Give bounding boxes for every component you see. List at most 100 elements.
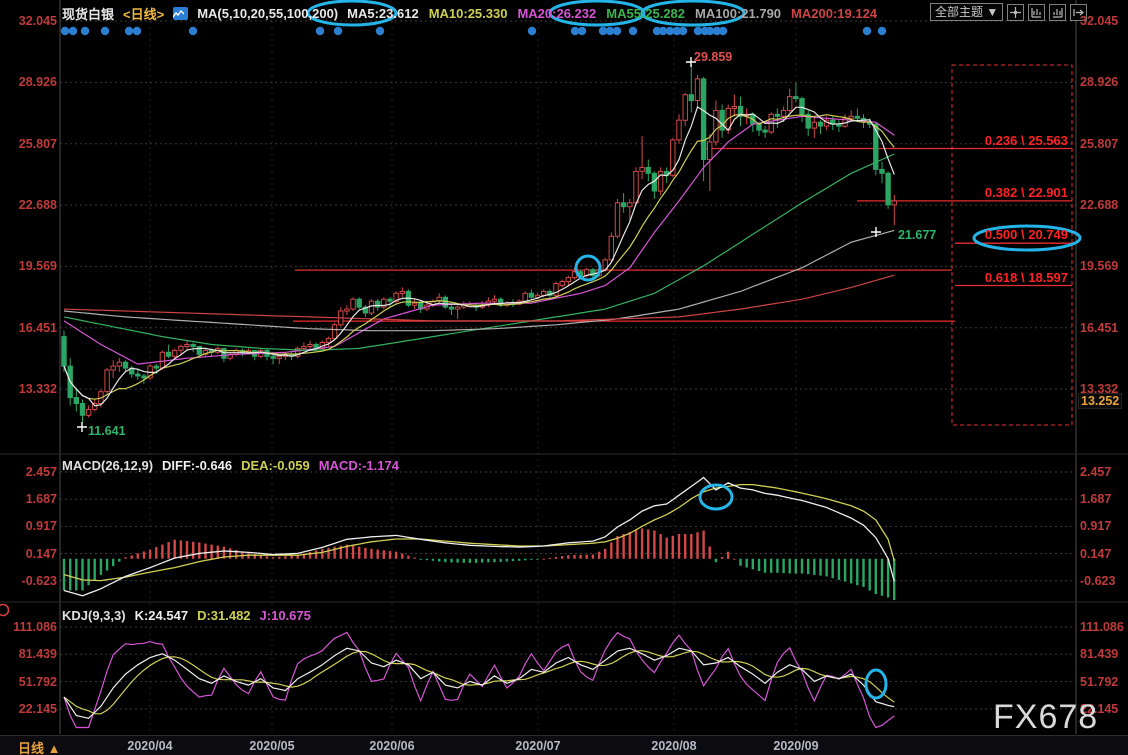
event-dot[interactable] xyxy=(101,27,109,35)
event-dot[interactable] xyxy=(61,27,69,35)
event-dot[interactable] xyxy=(316,27,324,35)
candle-body xyxy=(111,366,115,370)
candle-body xyxy=(160,352,164,368)
event-dot[interactable] xyxy=(878,27,886,35)
date-label: 2020/06 xyxy=(357,739,427,753)
macd-bar xyxy=(715,559,717,563)
fib-level-label: 0.618 \ 18.597 xyxy=(908,270,1068,285)
macd-bar xyxy=(579,555,581,559)
fib-level-label: 0.236 \ 25.563 xyxy=(908,133,1068,148)
macd-bar xyxy=(825,559,827,577)
kdj-axis-label-left: 81.439 xyxy=(0,647,57,661)
ma-group-label: MA(5,10,20,55,100,200) xyxy=(197,6,338,21)
macd-bar xyxy=(377,550,379,559)
macd-bar xyxy=(764,559,766,573)
candle-body xyxy=(621,203,625,207)
y-axis-label-right: 19.569 xyxy=(1080,259,1118,273)
event-dot[interactable] xyxy=(863,27,871,35)
candle-body xyxy=(781,110,785,116)
macd-bar xyxy=(616,536,618,559)
macd-bar xyxy=(143,552,145,559)
candle-body xyxy=(566,278,570,282)
kdj-header: KDJ(9,3,3)K:24.547D:31.482J:10.675 xyxy=(62,608,311,623)
candle-body xyxy=(634,171,638,203)
candle-body xyxy=(86,409,90,415)
macd-bar xyxy=(278,557,280,559)
chart-type-icon[interactable] xyxy=(173,7,188,20)
event-dot[interactable] xyxy=(376,27,384,35)
candle-body xyxy=(369,301,373,313)
macd-bar xyxy=(666,538,668,559)
macd-bar xyxy=(100,559,102,575)
macd-bar xyxy=(875,559,877,594)
kdj-axis-label-right: 51.792 xyxy=(1080,675,1118,689)
macd-axis-label-right: 0.147 xyxy=(1080,547,1111,561)
event-dot[interactable] xyxy=(125,27,133,35)
macd-bar xyxy=(432,559,434,561)
kdj-axis-label-left: 111.086 xyxy=(0,620,57,634)
macd-bar xyxy=(813,559,815,575)
date-label: 2020/08 xyxy=(639,739,709,753)
macd-axis-label-left: -0.623 xyxy=(0,574,57,588)
event-dot[interactable] xyxy=(81,27,89,35)
event-dot[interactable] xyxy=(613,27,621,35)
fib-retracement-box[interactable] xyxy=(952,65,1072,425)
macd-bar xyxy=(733,559,735,560)
candle-body xyxy=(376,301,380,307)
macd-bar xyxy=(635,530,637,559)
main-chart-header: 现货白银 <日线> MA(5,10,20,55,100,200) MA5:23.… xyxy=(62,4,877,23)
candle-body xyxy=(449,307,453,309)
themes-dropdown[interactable]: 全部主题 ▼ xyxy=(930,3,1003,21)
y-axis-label-right: 16.451 xyxy=(1080,321,1118,335)
y-axis-label-left: 32.045 xyxy=(0,14,57,28)
candle-body xyxy=(714,110,718,141)
event-dot[interactable] xyxy=(578,27,586,35)
chart-canvas[interactable] xyxy=(0,0,1128,755)
kdj-axis-label-right: 111.086 xyxy=(1080,620,1124,634)
scale-left-icon[interactable] xyxy=(1028,4,1045,21)
event-dot[interactable] xyxy=(629,27,637,35)
macd-bar xyxy=(333,547,335,559)
macd-bar xyxy=(180,540,182,558)
candle-body xyxy=(302,346,306,348)
scale-right-icon[interactable] xyxy=(1049,4,1066,21)
ma20-line xyxy=(64,116,894,364)
fib-level-label: 0.382 \ 22.901 xyxy=(908,185,1068,200)
candle-body xyxy=(142,376,146,378)
macd-bar xyxy=(370,549,372,559)
candle-body xyxy=(892,201,896,205)
event-dot[interactable] xyxy=(334,27,342,35)
kdj-item-1: K:24.547 xyxy=(135,608,188,623)
date-label: 2020/07 xyxy=(503,739,573,753)
macd-bar xyxy=(512,559,514,562)
candle-body xyxy=(683,95,687,121)
event-dot[interactable] xyxy=(679,27,687,35)
crosshair-icon[interactable] xyxy=(1007,4,1024,21)
y-axis-label-left: 19.569 xyxy=(0,259,57,273)
macd-bar xyxy=(94,559,96,580)
candle-body xyxy=(818,122,822,126)
macd-axis-label-left: 0.917 xyxy=(0,519,57,533)
macd-bar xyxy=(389,551,391,559)
event-dot[interactable] xyxy=(189,27,197,35)
candle-body xyxy=(615,203,619,236)
period-selector[interactable]: 日线 ▲ xyxy=(18,738,60,755)
event-dot[interactable] xyxy=(69,27,77,35)
macd-bar xyxy=(659,534,661,559)
macd-bar xyxy=(284,556,286,559)
candle-body xyxy=(763,130,767,132)
candle-body xyxy=(492,299,496,301)
event-dot[interactable] xyxy=(528,27,536,35)
y-axis-label-right: 28.926 xyxy=(1080,75,1118,89)
ma-value-3: MA55:25.282 xyxy=(606,6,685,21)
y-axis-label-left: 28.926 xyxy=(0,75,57,89)
event-dot[interactable] xyxy=(133,27,141,35)
candle-body xyxy=(326,339,330,343)
candle-body xyxy=(117,362,121,366)
ma100-line xyxy=(64,230,894,330)
candle-body xyxy=(695,79,699,101)
candle-body xyxy=(185,345,189,347)
macd-bar xyxy=(475,559,477,563)
macd-axis-label-left: 1.687 xyxy=(0,492,57,506)
event-dot[interactable] xyxy=(719,27,727,35)
